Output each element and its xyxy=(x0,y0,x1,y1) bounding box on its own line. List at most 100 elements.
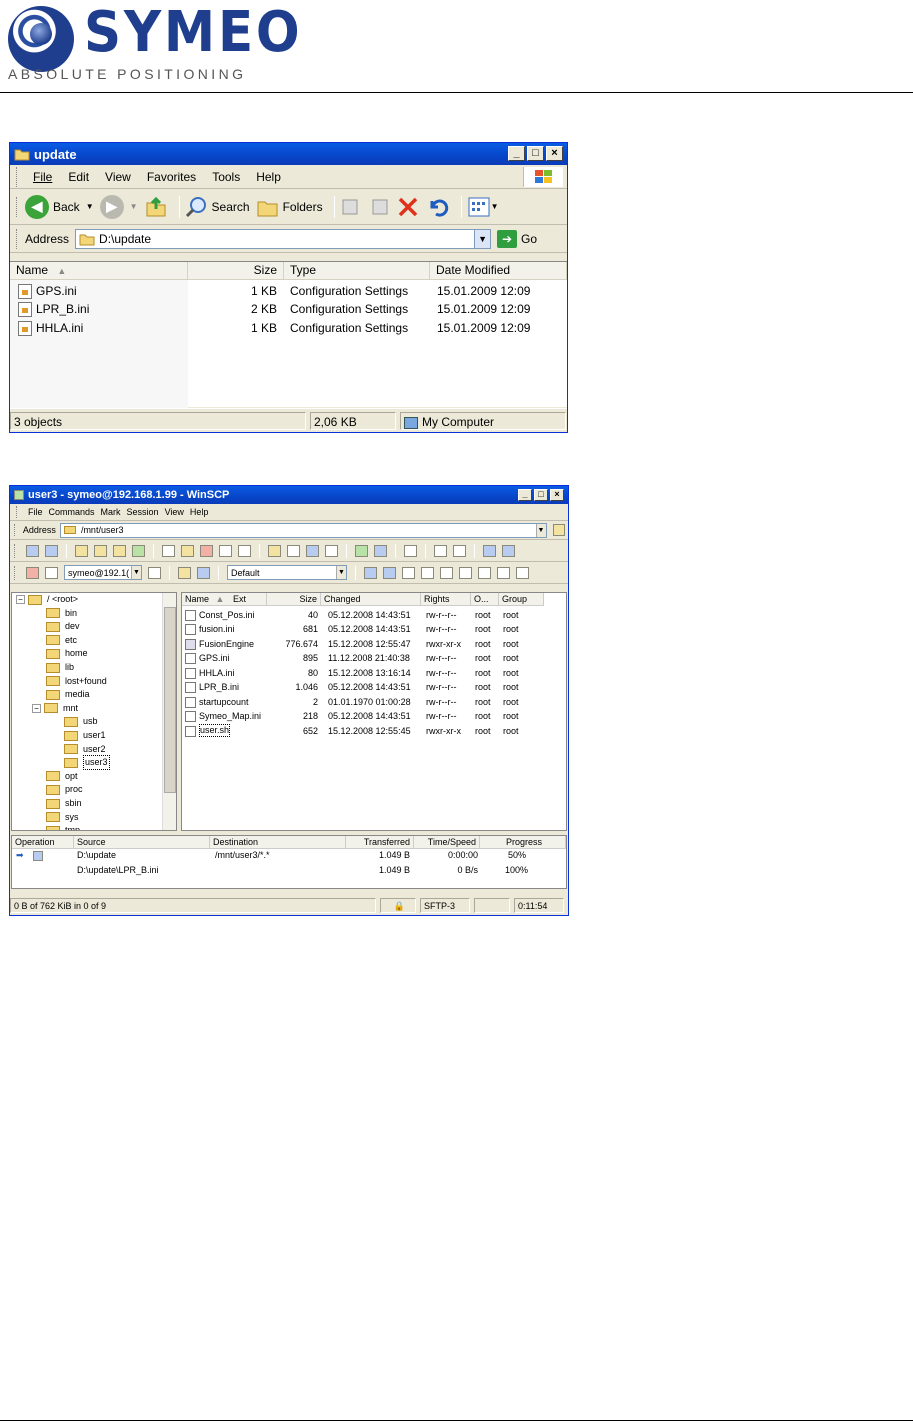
column-time-speed[interactable]: Time/Speed xyxy=(414,836,480,849)
file-row[interactable]: startupcount 2 01.01.1970 01:00:28 rw-r--r-… xyxy=(182,695,566,710)
column-group[interactable]: Group xyxy=(499,593,544,606)
tree-node[interactable]: tmp xyxy=(46,824,80,830)
column-rights[interactable]: Rights xyxy=(421,593,471,606)
column-owner[interactable]: O... xyxy=(471,593,499,606)
sort-descending-icon[interactable] xyxy=(383,566,396,579)
edit-icon[interactable] xyxy=(162,544,175,557)
transfer-preset-select[interactable]: Default ▼ xyxy=(227,565,347,580)
session-icon[interactable] xyxy=(45,566,58,579)
tree-node[interactable]: user1 xyxy=(64,729,106,742)
tree-node[interactable]: media xyxy=(46,688,90,701)
explorer-titlebar[interactable]: update _ □ × xyxy=(10,143,567,165)
tree-node[interactable]: dev xyxy=(46,620,80,633)
maximize-button[interactable]: □ xyxy=(534,489,548,501)
tree-node-mnt[interactable]: − mnt xyxy=(32,702,78,715)
address-dropdown-button[interactable]: ▼ xyxy=(535,523,546,537)
file-row[interactable]: HHLA.ini 80 15.12.2008 13:16:14 rw-r--r-- ro… xyxy=(182,666,566,681)
menu-view[interactable]: View xyxy=(97,170,139,184)
console-icon[interactable] xyxy=(306,544,319,557)
queue-row[interactable]: D:\update\LPR_B.ini 1.049 B 0 B/s 100% xyxy=(12,865,566,879)
menu-mark[interactable]: Mark xyxy=(98,507,124,517)
menu-session[interactable]: Session xyxy=(124,507,162,517)
column-changed[interactable]: Changed xyxy=(321,593,421,606)
file-row[interactable]: LPR_B.ini 2 KB Configuration Settings 15… xyxy=(10,300,567,318)
column-size[interactable]: Size xyxy=(267,593,321,606)
tree-node[interactable]: opt xyxy=(46,770,78,783)
close-button[interactable]: × xyxy=(550,489,564,501)
file-row[interactable]: GPS.ini 1 KB Configuration Settings 15.0… xyxy=(10,282,567,300)
session-select[interactable]: symeo@192.1( ▼ xyxy=(64,565,142,580)
sort-by-ext-icon[interactable] xyxy=(421,566,434,579)
address-input[interactable]: D:\update ▼ xyxy=(75,228,492,249)
preset-dropdown-button[interactable]: ▼ xyxy=(336,566,346,579)
address-dropdown-button[interactable]: ▼ xyxy=(474,229,491,248)
delete-button[interactable] xyxy=(396,195,420,219)
sort-by-owner-icon[interactable] xyxy=(497,566,510,579)
back-button[interactable]: ◀ Back ▼ xyxy=(25,194,94,219)
menu-help[interactable]: Help xyxy=(187,507,212,517)
file-row[interactable]: HHLA.ini 1 KB Configuration Settings 15.… xyxy=(10,319,567,337)
up-folder-button[interactable] xyxy=(144,195,168,219)
column-operation[interactable]: Operation xyxy=(12,836,74,849)
menu-file[interactable]: File xyxy=(25,507,46,517)
file-row[interactable]: LPR_B.ini 1.046 05.12.2008 14:43:51 rw-r--r… xyxy=(182,680,566,695)
maximize-button[interactable]: □ xyxy=(527,146,544,161)
file-row[interactable]: FusionEngine 776.674 15.12.2008 12:55:47 rw… xyxy=(182,637,566,652)
tree-node[interactable]: usb xyxy=(64,715,98,728)
column-type[interactable]: Type xyxy=(284,262,430,280)
forward-button[interactable]: ▶ ▼ xyxy=(99,194,138,219)
add-edit-link-icon[interactable] xyxy=(287,544,300,557)
file-row[interactable]: Symeo_Map.ini 218 05.12.2008 14:43:51 rw-r-… xyxy=(182,709,566,724)
sort-by-group-icon[interactable] xyxy=(516,566,529,579)
refresh-icon[interactable] xyxy=(132,544,145,557)
save-icon[interactable] xyxy=(197,566,210,579)
menu-file[interactable]: File xyxy=(25,170,60,184)
minimize-button[interactable]: _ xyxy=(508,146,525,161)
address-input[interactable]: /mnt/user3 ▼ xyxy=(59,522,547,538)
sort-ascending-icon[interactable] xyxy=(364,566,377,579)
sort-by-size-icon[interactable] xyxy=(459,566,472,579)
file-row[interactable]: Const_Pos.ini 40 05.12.2008 14:43:51 rw-r--… xyxy=(182,608,566,623)
sort-by-name-icon[interactable] xyxy=(402,566,415,579)
columns-icon[interactable] xyxy=(453,544,466,557)
tree-node[interactable]: home xyxy=(46,647,88,660)
menu-help[interactable]: Help xyxy=(248,170,289,184)
synchronize-icon[interactable] xyxy=(374,544,387,557)
menu-favorites[interactable]: Favorites xyxy=(139,170,204,184)
file-row[interactable]: fusion.ini 681 05.12.2008 14:43:51 rw-r--r-… xyxy=(182,622,566,637)
back-icon[interactable] xyxy=(26,544,39,557)
move-to-button[interactable] xyxy=(340,196,362,218)
winscp-titlebar[interactable]: user3 - symeo@192.168.1.99 - WinSCP _ □ … xyxy=(10,486,568,504)
menu-commands[interactable]: Commands xyxy=(46,507,98,517)
tree-node[interactable]: sys xyxy=(46,811,79,824)
menu-tools[interactable]: Tools xyxy=(204,170,248,184)
tree-node[interactable]: bin xyxy=(46,607,77,620)
properties-icon[interactable] xyxy=(219,544,232,557)
tree-scrollbar-thumb[interactable] xyxy=(164,607,176,793)
forward-icon[interactable] xyxy=(45,544,58,557)
copy-to-button[interactable] xyxy=(368,196,390,218)
session-dropdown-button[interactable]: ▼ xyxy=(131,566,141,579)
queue-row[interactable]: ➡ D:\update /mnt/user3/*.* 1.049 B 0:00:… xyxy=(12,850,566,864)
sort-by-type-icon[interactable] xyxy=(478,566,491,579)
column-source[interactable]: Source xyxy=(74,836,210,849)
tree-node-selected[interactable]: user3 xyxy=(64,755,110,771)
column-name[interactable]: Name ▲ xyxy=(10,262,188,280)
folders-button[interactable]: Folders xyxy=(256,196,323,218)
delete-icon[interactable] xyxy=(200,544,213,557)
open-icon[interactable] xyxy=(181,544,194,557)
minimize-button[interactable]: _ xyxy=(518,489,532,501)
compare-icon[interactable] xyxy=(355,544,368,557)
parent-directory-icon[interactable] xyxy=(75,544,88,557)
column-name[interactable]: Name ▲ Ext xyxy=(182,593,267,606)
tree-node[interactable]: user2 xyxy=(64,743,106,756)
undo-button[interactable] xyxy=(426,195,450,219)
create-directory-icon[interactable] xyxy=(268,544,281,557)
views-button[interactable]: ▼ xyxy=(467,196,499,218)
file-row[interactable]: GPS.ini 895 11.12.2008 21:40:38 rw-r--r-- ro… xyxy=(182,651,566,666)
sort-by-changed-icon[interactable] xyxy=(440,566,453,579)
open-directory-icon[interactable] xyxy=(552,524,565,536)
rename-icon[interactable] xyxy=(238,544,251,557)
tree-node[interactable]: sbin xyxy=(46,797,82,810)
menu-view[interactable]: View xyxy=(162,507,187,517)
